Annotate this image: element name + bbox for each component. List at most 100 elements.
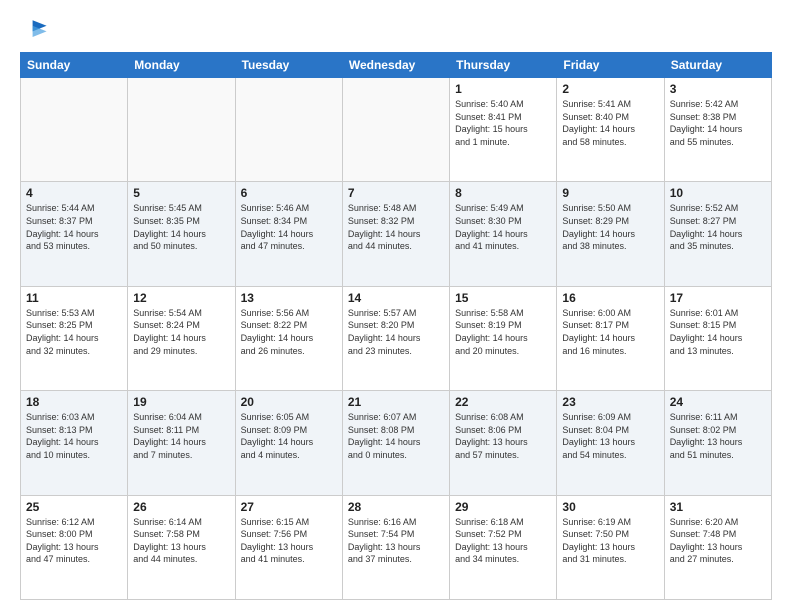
day-info: Sunrise: 6:01 AM Sunset: 8:15 PM Dayligh… — [670, 307, 766, 357]
day-info: Sunrise: 6:07 AM Sunset: 8:08 PM Dayligh… — [348, 411, 444, 461]
calendar-row-1: 4 Sunrise: 5:44 AM Sunset: 8:37 PM Daylig… — [21, 182, 772, 286]
calendar-cell: 13 Sunrise: 5:56 AM Sunset: 8:22 PM Dayli… — [235, 286, 342, 390]
calendar-cell — [128, 78, 235, 182]
day-info: Sunrise: 6:18 AM Sunset: 7:52 PM Dayligh… — [455, 516, 551, 566]
calendar-cell: 30 Sunrise: 6:19 AM Sunset: 7:50 PM Dayli… — [557, 495, 664, 599]
day-number: 12 — [133, 291, 229, 305]
day-info: Sunrise: 6:04 AM Sunset: 8:11 PM Dayligh… — [133, 411, 229, 461]
day-info: Sunrise: 5:45 AM Sunset: 8:35 PM Dayligh… — [133, 202, 229, 252]
day-number: 15 — [455, 291, 551, 305]
day-info: Sunrise: 6:03 AM Sunset: 8:13 PM Dayligh… — [26, 411, 122, 461]
day-number: 17 — [670, 291, 766, 305]
calendar-cell: 25Sunrise: 6:12 AM Sunset: 8:00 PM Dayli… — [21, 495, 128, 599]
day-number: 14 — [348, 291, 444, 305]
calendar-cell: 7 Sunrise: 5:48 AM Sunset: 8:32 PM Daylig… — [342, 182, 449, 286]
calendar-cell: 16 Sunrise: 6:00 AM Sunset: 8:17 PM Dayli… — [557, 286, 664, 390]
day-info: Sunrise: 5:42 AM Sunset: 8:38 PM Dayligh… — [670, 98, 766, 148]
day-number: 16 — [562, 291, 658, 305]
calendar-row-4: 25Sunrise: 6:12 AM Sunset: 8:00 PM Dayli… — [21, 495, 772, 599]
day-info: Sunrise: 6:00 AM Sunset: 8:17 PM Dayligh… — [562, 307, 658, 357]
day-number: 21 — [348, 395, 444, 409]
day-number: 24 — [670, 395, 766, 409]
calendar-header-row: SundayMondayTuesdayWednesdayThursdayFrid… — [21, 53, 772, 78]
day-info: Sunrise: 5:48 AM Sunset: 8:32 PM Dayligh… — [348, 202, 444, 252]
calendar-cell: 21 Sunrise: 6:07 AM Sunset: 8:08 PM Dayli… — [342, 391, 449, 495]
day-info: Sunrise: 5:56 AM Sunset: 8:22 PM Dayligh… — [241, 307, 337, 357]
calendar-header-sunday: Sunday — [21, 53, 128, 78]
day-info: Sunrise: 6:14 AM Sunset: 7:58 PM Dayligh… — [133, 516, 229, 566]
calendar-cell: 1Sunrise: 5:40 AM Sunset: 8:41 PM Daylig… — [450, 78, 557, 182]
calendar-cell: 3 Sunrise: 5:42 AM Sunset: 8:38 PM Daylig… — [664, 78, 771, 182]
day-info: Sunrise: 6:08 AM Sunset: 8:06 PM Dayligh… — [455, 411, 551, 461]
day-number: 8 — [455, 186, 551, 200]
calendar-cell: 20Sunrise: 6:05 AM Sunset: 8:09 PM Dayli… — [235, 391, 342, 495]
day-number: 27 — [241, 500, 337, 514]
logo-icon — [20, 16, 48, 44]
calendar-cell: 14 Sunrise: 5:57 AM Sunset: 8:20 PM Dayli… — [342, 286, 449, 390]
calendar-table: SundayMondayTuesdayWednesdayThursdayFrid… — [20, 52, 772, 600]
calendar-cell — [235, 78, 342, 182]
calendar-cell: 28 Sunrise: 6:16 AM Sunset: 7:54 PM Dayli… — [342, 495, 449, 599]
day-number: 19 — [133, 395, 229, 409]
calendar-cell: 12 Sunrise: 5:54 AM Sunset: 8:24 PM Dayli… — [128, 286, 235, 390]
calendar-cell: 29Sunrise: 6:18 AM Sunset: 7:52 PM Dayli… — [450, 495, 557, 599]
day-info: Sunrise: 6:12 AM Sunset: 8:00 PM Dayligh… — [26, 516, 122, 566]
day-info: Sunrise: 6:09 AM Sunset: 8:04 PM Dayligh… — [562, 411, 658, 461]
day-number: 10 — [670, 186, 766, 200]
day-number: 5 — [133, 186, 229, 200]
calendar-cell: 22 Sunrise: 6:08 AM Sunset: 8:06 PM Dayli… — [450, 391, 557, 495]
calendar-cell: 19 Sunrise: 6:04 AM Sunset: 8:11 PM Dayli… — [128, 391, 235, 495]
calendar-row-0: 1Sunrise: 5:40 AM Sunset: 8:41 PM Daylig… — [21, 78, 772, 182]
calendar-header-thursday: Thursday — [450, 53, 557, 78]
day-info: Sunrise: 5:53 AM Sunset: 8:25 PM Dayligh… — [26, 307, 122, 357]
calendar-cell: 4 Sunrise: 5:44 AM Sunset: 8:37 PM Daylig… — [21, 182, 128, 286]
calendar-cell — [342, 78, 449, 182]
day-number: 2 — [562, 82, 658, 96]
calendar-cell: 17 Sunrise: 6:01 AM Sunset: 8:15 PM Dayli… — [664, 286, 771, 390]
day-info: Sunrise: 6:05 AM Sunset: 8:09 PM Dayligh… — [241, 411, 337, 461]
calendar-cell: 18Sunrise: 6:03 AM Sunset: 8:13 PM Dayli… — [21, 391, 128, 495]
calendar-cell: 24Sunrise: 6:11 AM Sunset: 8:02 PM Dayli… — [664, 391, 771, 495]
day-info: Sunrise: 6:20 AM Sunset: 7:48 PM Dayligh… — [670, 516, 766, 566]
calendar-header-tuesday: Tuesday — [235, 53, 342, 78]
day-info: Sunrise: 5:50 AM Sunset: 8:29 PM Dayligh… — [562, 202, 658, 252]
day-info: Sunrise: 5:44 AM Sunset: 8:37 PM Dayligh… — [26, 202, 122, 252]
day-number: 30 — [562, 500, 658, 514]
calendar-cell: 26 Sunrise: 6:14 AM Sunset: 7:58 PM Dayli… — [128, 495, 235, 599]
calendar-cell: 27 Sunrise: 6:15 AM Sunset: 7:56 PM Dayli… — [235, 495, 342, 599]
calendar-row-3: 18Sunrise: 6:03 AM Sunset: 8:13 PM Dayli… — [21, 391, 772, 495]
calendar-cell: 11Sunrise: 5:53 AM Sunset: 8:25 PM Dayli… — [21, 286, 128, 390]
calendar-row-2: 11Sunrise: 5:53 AM Sunset: 8:25 PM Dayli… — [21, 286, 772, 390]
day-number: 4 — [26, 186, 122, 200]
day-info: Sunrise: 5:41 AM Sunset: 8:40 PM Dayligh… — [562, 98, 658, 148]
day-number: 22 — [455, 395, 551, 409]
calendar-cell: 6Sunrise: 5:46 AM Sunset: 8:34 PM Daylig… — [235, 182, 342, 286]
day-info: Sunrise: 5:52 AM Sunset: 8:27 PM Dayligh… — [670, 202, 766, 252]
day-info: Sunrise: 5:58 AM Sunset: 8:19 PM Dayligh… — [455, 307, 551, 357]
day-number: 26 — [133, 500, 229, 514]
day-number: 3 — [670, 82, 766, 96]
calendar-cell: 31 Sunrise: 6:20 AM Sunset: 7:48 PM Dayli… — [664, 495, 771, 599]
calendar-cell: 23 Sunrise: 6:09 AM Sunset: 8:04 PM Dayli… — [557, 391, 664, 495]
day-number: 13 — [241, 291, 337, 305]
day-number: 7 — [348, 186, 444, 200]
day-info: Sunrise: 5:49 AM Sunset: 8:30 PM Dayligh… — [455, 202, 551, 252]
calendar-header-saturday: Saturday — [664, 53, 771, 78]
day-number: 6 — [241, 186, 337, 200]
day-info: Sunrise: 6:19 AM Sunset: 7:50 PM Dayligh… — [562, 516, 658, 566]
day-info: Sunrise: 6:15 AM Sunset: 7:56 PM Dayligh… — [241, 516, 337, 566]
calendar-cell: 2 Sunrise: 5:41 AM Sunset: 8:40 PM Daylig… — [557, 78, 664, 182]
calendar-cell: 15 Sunrise: 5:58 AM Sunset: 8:19 PM Dayli… — [450, 286, 557, 390]
day-info: Sunrise: 5:57 AM Sunset: 8:20 PM Dayligh… — [348, 307, 444, 357]
day-number: 28 — [348, 500, 444, 514]
day-info: Sunrise: 5:54 AM Sunset: 8:24 PM Dayligh… — [133, 307, 229, 357]
header — [20, 16, 772, 44]
day-number: 31 — [670, 500, 766, 514]
calendar-cell: 5 Sunrise: 5:45 AM Sunset: 8:35 PM Daylig… — [128, 182, 235, 286]
day-info: Sunrise: 6:16 AM Sunset: 7:54 PM Dayligh… — [348, 516, 444, 566]
day-number: 23 — [562, 395, 658, 409]
calendar-cell — [21, 78, 128, 182]
calendar-cell: 10 Sunrise: 5:52 AM Sunset: 8:27 PM Dayli… — [664, 182, 771, 286]
calendar-header-friday: Friday — [557, 53, 664, 78]
calendar-cell: 9Sunrise: 5:50 AM Sunset: 8:29 PM Daylig… — [557, 182, 664, 286]
